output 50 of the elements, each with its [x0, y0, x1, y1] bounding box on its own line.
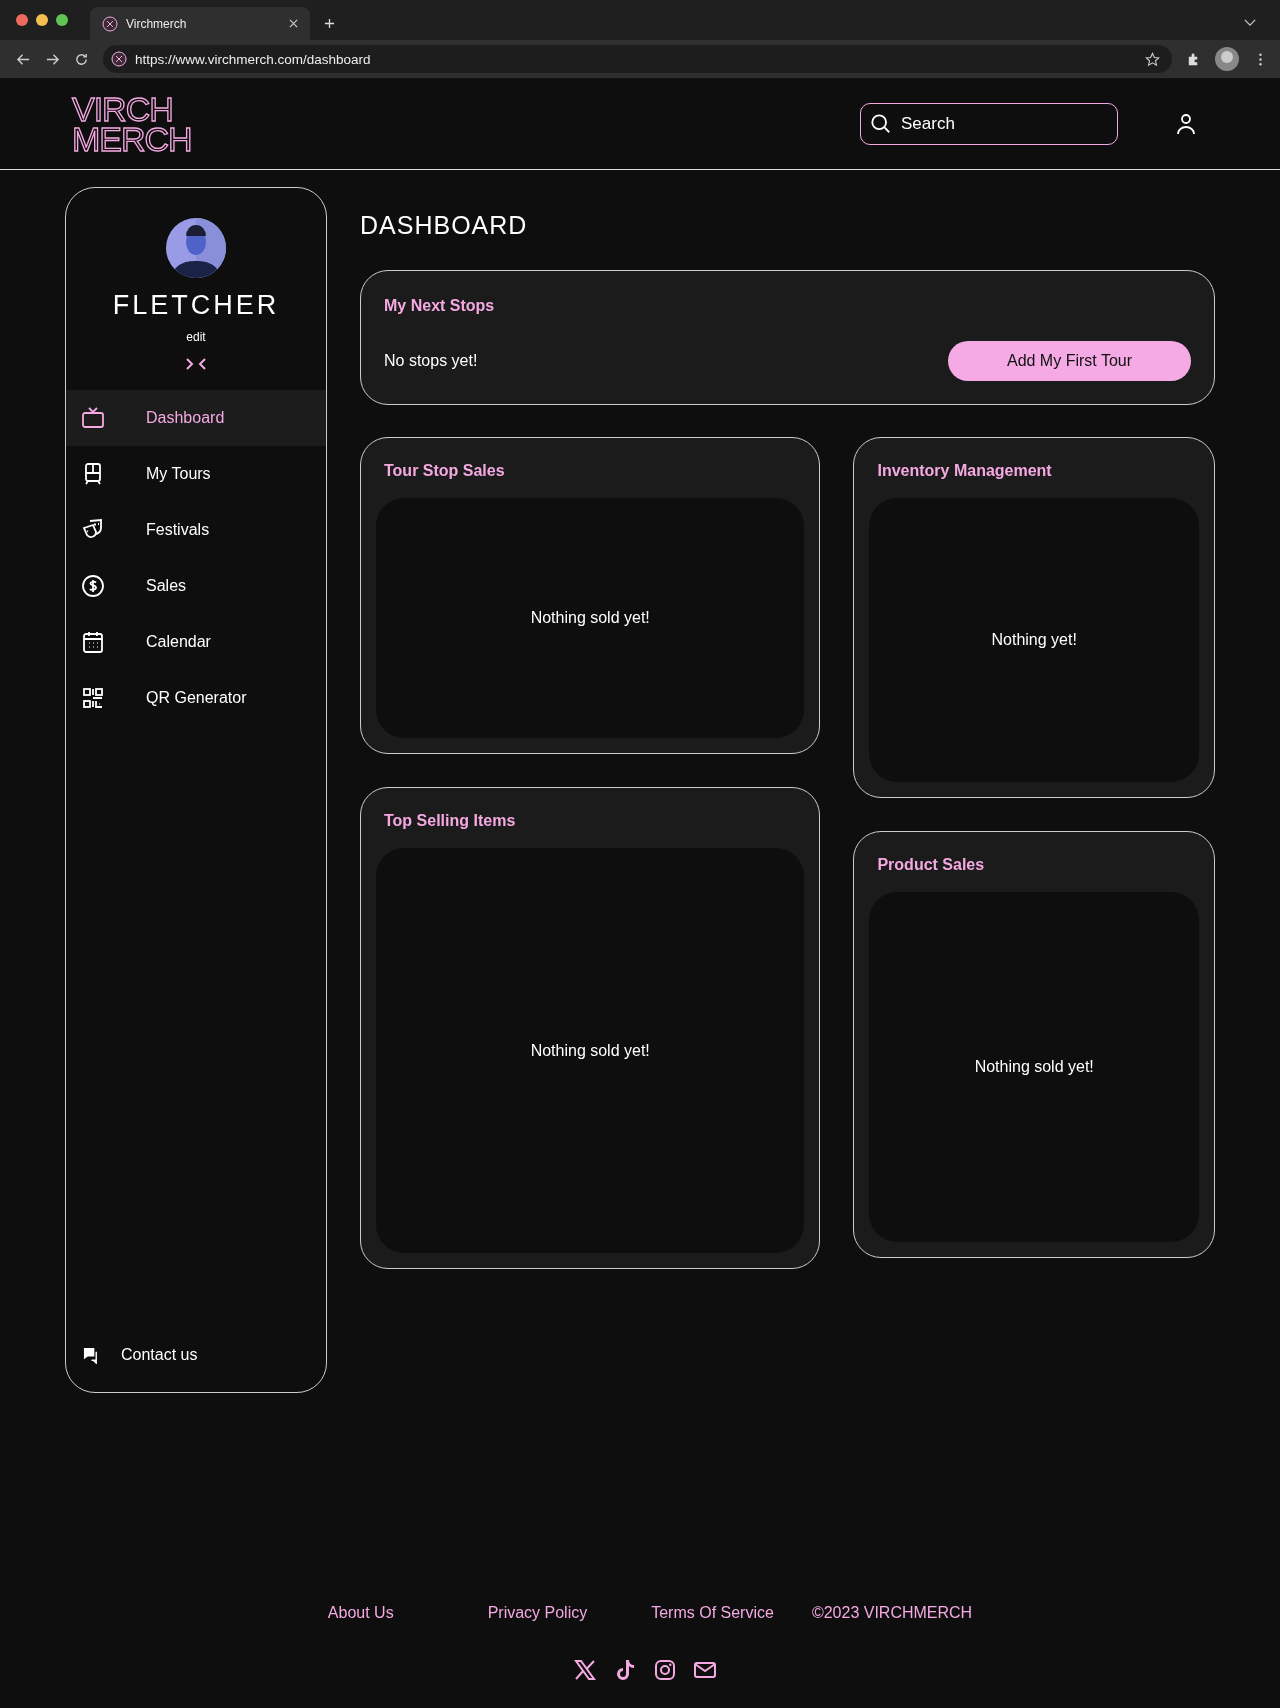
contact-link[interactable]: Contact us	[66, 1346, 326, 1364]
search-field[interactable]: Search	[860, 103, 1118, 145]
close-window-button[interactable]	[16, 14, 28, 26]
sidebar-item[interactable]: Calendar	[66, 614, 326, 670]
maximize-window-button[interactable]	[56, 14, 68, 26]
logo[interactable]: VIRCH MERCH	[72, 94, 192, 154]
chat-bubble-icon	[83, 1346, 100, 1364]
user-name: FLETCHER	[112, 290, 280, 321]
calendar-icon	[81, 630, 105, 654]
empty-message: Nothing yet!	[991, 631, 1077, 649]
profile-avatar-icon[interactable]	[1215, 47, 1239, 71]
empty-message: Nothing sold yet!	[530, 1041, 650, 1060]
edit-link[interactable]: edit	[186, 330, 206, 344]
footer-link[interactable]: Privacy Policy	[487, 1604, 588, 1622]
search-icon	[870, 113, 892, 135]
card-title: Tour Stop Sales	[384, 462, 506, 480]
new-tab-icon[interactable]	[324, 18, 335, 29]
dollar-coin-icon	[81, 574, 105, 598]
sidebar-item[interactable]: QR Generator	[66, 670, 326, 726]
tv-icon	[81, 406, 105, 430]
reload-icon[interactable]	[74, 51, 89, 67]
close-tab-icon[interactable]	[289, 19, 298, 28]
sidebar-item[interactable]: Sales	[66, 558, 326, 614]
minimize-window-button[interactable]	[36, 14, 48, 26]
footer-link[interactable]: Terms Of Service	[651, 1604, 774, 1622]
card-title: Product Sales	[877, 856, 986, 874]
qr-code-icon	[81, 686, 105, 710]
empty-message: No stops yet!	[384, 352, 478, 370]
page-title: DASHBOARD	[360, 211, 529, 240]
card-title: Top Selling Items	[384, 812, 517, 830]
empty-message: Nothing sold yet!	[530, 609, 650, 627]
sidebar-item[interactable]: My Tours	[66, 446, 326, 502]
x-logo-icon[interactable]	[573, 1658, 597, 1682]
site-favicon-icon	[111, 51, 127, 67]
site-favicon-icon	[102, 15, 118, 32]
card-title: Inventory Management	[877, 462, 1053, 480]
user-icon[interactable]	[1174, 112, 1198, 136]
collapse-icon[interactable]	[185, 358, 207, 370]
browser-tab[interactable]: Virchmerch	[90, 7, 310, 40]
copyright-text: ©2023 VIRCHMERCH	[811, 1604, 973, 1622]
tab-list-icon[interactable]	[1244, 19, 1256, 26]
camera-icon[interactable]	[653, 1658, 677, 1682]
sidebar-item[interactable]: Dashboard	[66, 390, 326, 446]
card-title: My Next Stops	[384, 297, 496, 315]
address-bar[interactable]: https://www.virchmerch.com/dashboard	[103, 45, 1172, 73]
sidebar-item[interactable]: Festivals	[66, 502, 326, 558]
footer-link[interactable]: About Us	[327, 1604, 394, 1622]
add-tour-button[interactable]: Add My First Tour	[948, 341, 1191, 381]
bookmark-star-icon[interactable]	[1145, 51, 1160, 67]
empty-message: Nothing sold yet!	[974, 1058, 1094, 1076]
